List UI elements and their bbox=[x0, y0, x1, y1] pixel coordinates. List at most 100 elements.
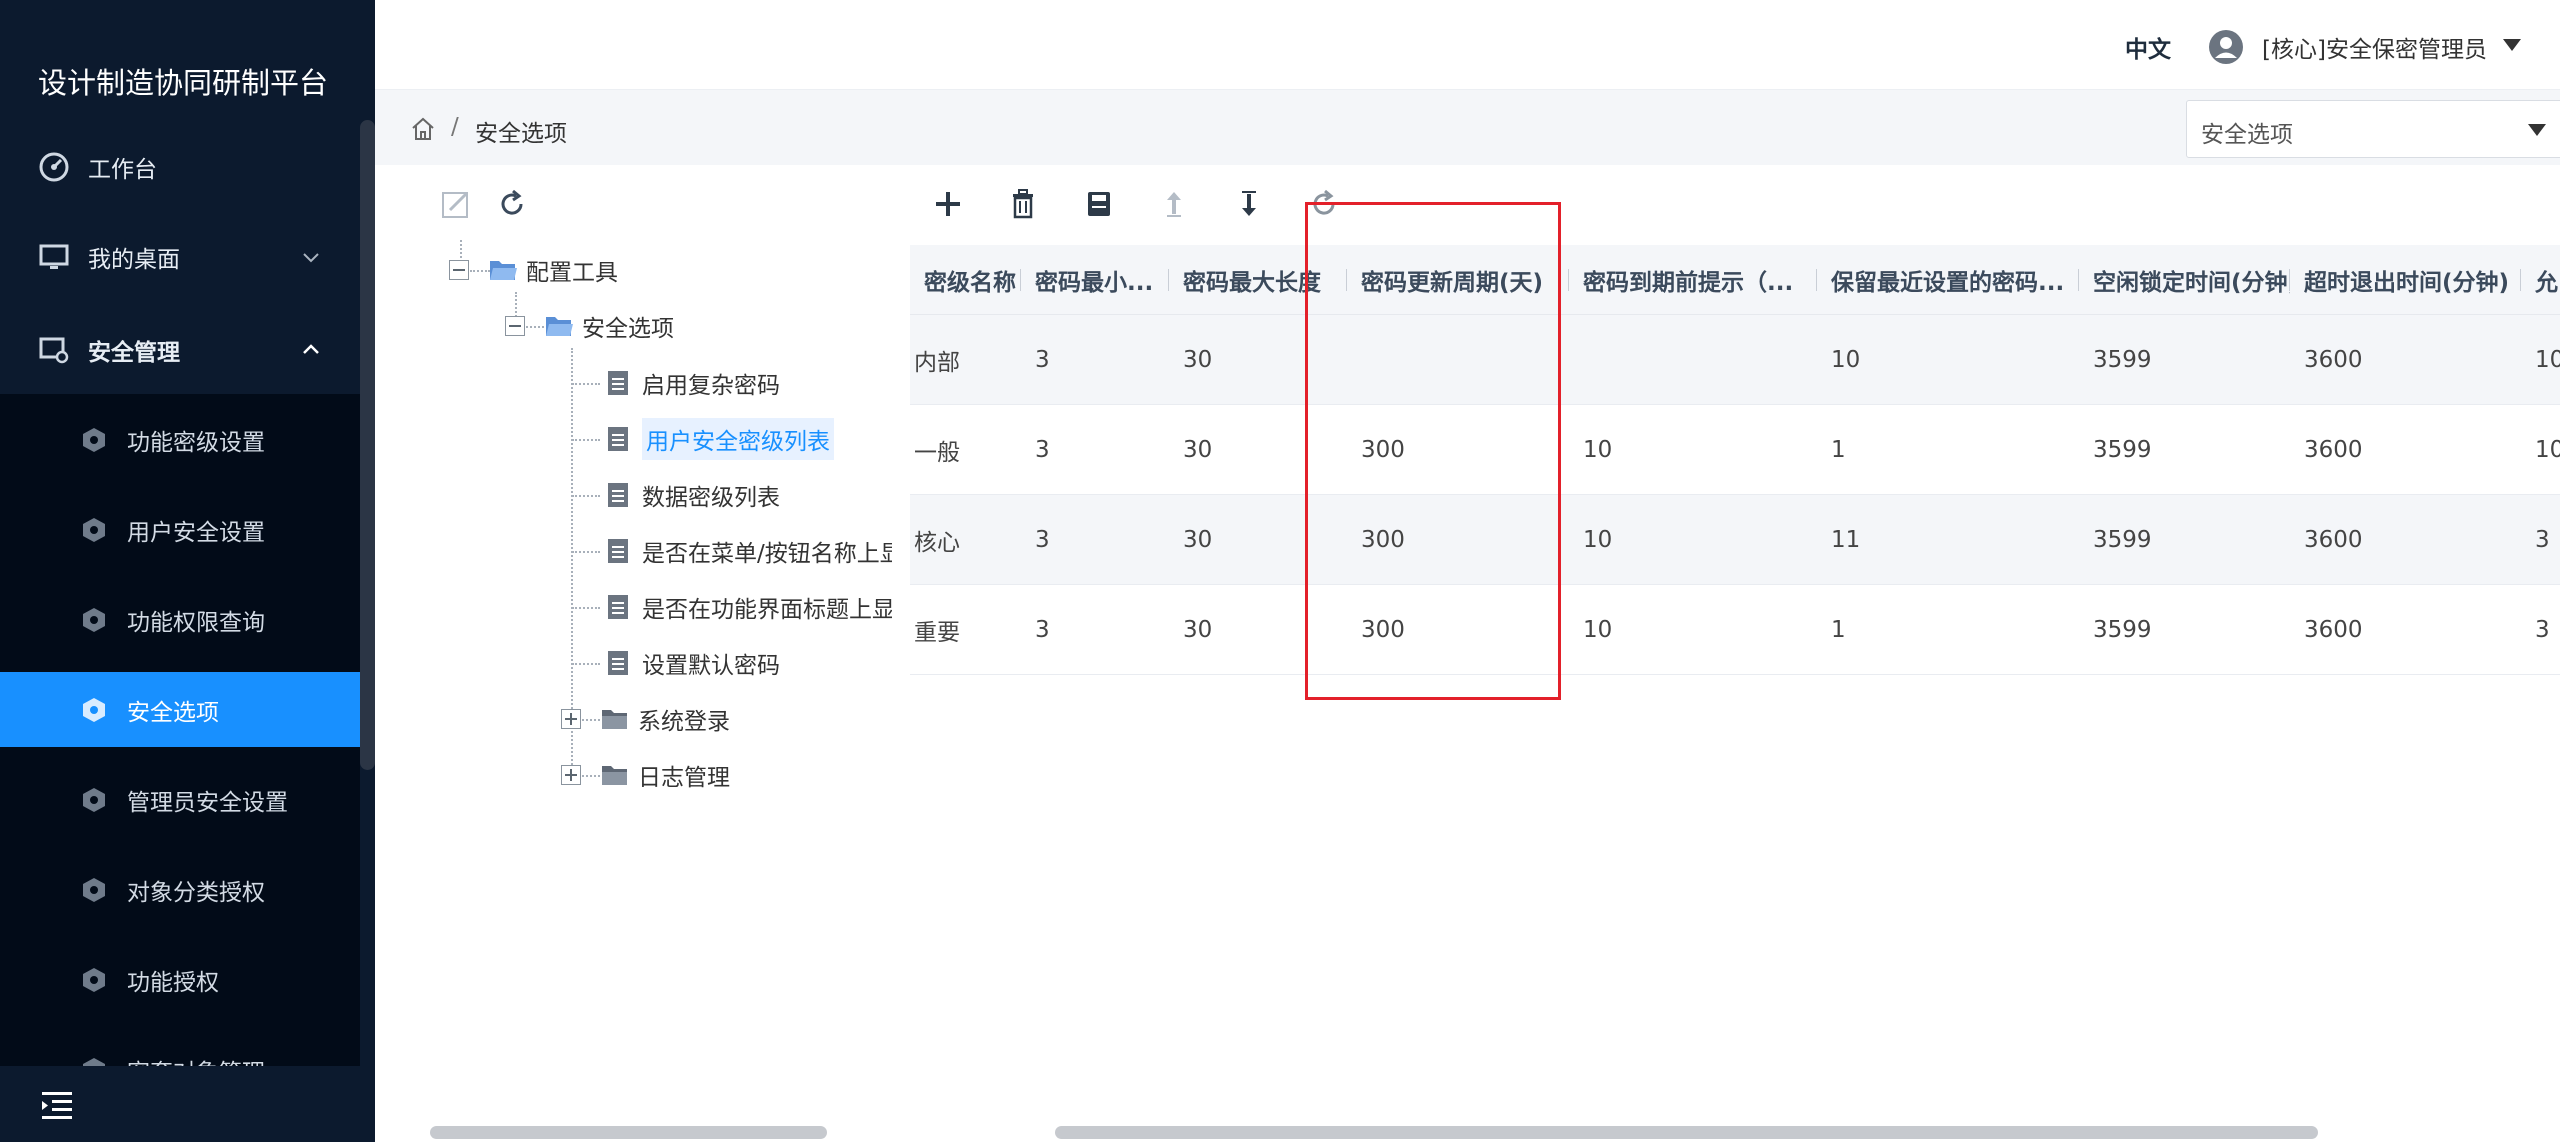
delete-icon[interactable] bbox=[1007, 188, 1039, 220]
document-icon bbox=[608, 651, 628, 675]
tree-node-default-password[interactable]: 设置默认密码 bbox=[604, 643, 780, 683]
tree-node-data-level-list[interactable]: 数据密级列表 bbox=[604, 475, 780, 515]
chevron-down-icon bbox=[303, 253, 319, 263]
table-cell: 1 bbox=[1831, 436, 1846, 463]
table-cell bbox=[1347, 315, 1569, 404]
edit-icon[interactable] bbox=[440, 188, 472, 220]
sidebar-item-permission-query[interactable]: 功能权限查询 bbox=[0, 582, 360, 657]
hexagon-icon bbox=[83, 517, 105, 542]
save-icon[interactable] bbox=[1083, 188, 1115, 220]
table-cell: 10 bbox=[1583, 526, 1613, 553]
move-down-icon[interactable] bbox=[1233, 188, 1265, 220]
table-cell: 10 bbox=[1831, 346, 1861, 373]
tree-connector bbox=[582, 719, 600, 721]
hexagon-icon bbox=[83, 697, 105, 722]
document-icon bbox=[608, 539, 628, 563]
table-cell: 30 bbox=[1183, 526, 1213, 553]
column-header[interactable]: 空闲锁定时间(分钟) bbox=[2079, 245, 2290, 314]
table-row[interactable]: 重要 3 30 300 10 1 3599 3600 3 bbox=[910, 585, 2560, 675]
table-cell: 3 bbox=[1035, 346, 1050, 373]
table-cell: 3 bbox=[1035, 616, 1050, 643]
sidebar-scrollbar[interactable] bbox=[360, 120, 375, 770]
move-up-icon[interactable] bbox=[1158, 188, 1190, 220]
table-cell: 10 bbox=[1583, 436, 1613, 463]
tree-horizontal-scrollbar[interactable] bbox=[430, 1126, 827, 1139]
breadcrumb-current: 安全选项 bbox=[475, 121, 567, 147]
table-cell: 300 bbox=[1361, 436, 1405, 463]
table-row[interactable]: 核心 3 30 300 10 11 3599 3600 3 bbox=[910, 495, 2560, 585]
column-header[interactable]: 超时退出时间(分钟) bbox=[2290, 245, 2521, 314]
refresh-icon[interactable] bbox=[496, 188, 528, 220]
table-cell: 3599 bbox=[2093, 526, 2152, 553]
security-settings-icon bbox=[39, 337, 69, 364]
caret-down-icon bbox=[2528, 124, 2546, 136]
reload-icon[interactable] bbox=[1308, 188, 1340, 220]
table-cell: 3 bbox=[2535, 616, 2550, 643]
table-horizontal-scrollbar[interactable] bbox=[1055, 1126, 2318, 1139]
hexagon-icon bbox=[83, 607, 105, 632]
table-cell: 3600 bbox=[2304, 436, 2363, 463]
column-header[interactable]: 密码更新周期(天) bbox=[1347, 245, 1569, 314]
table-cell: 3599 bbox=[2093, 436, 2152, 463]
table-cell: 10 bbox=[2535, 346, 2560, 373]
column-header[interactable]: 密码到期前提示（... bbox=[1569, 245, 1817, 314]
tree-node-system-login[interactable]: 系统登录 bbox=[600, 699, 730, 739]
hexagon-icon bbox=[83, 427, 105, 452]
tree-panel: 启用复杂密码 用户安全密级列表 数据密级列表 是否在菜单/按钮名称上显示密级 是… bbox=[440, 240, 892, 800]
language-switch[interactable]: 中文 bbox=[2125, 30, 2171, 64]
tree-node-show-level-on-menu[interactable]: 是否在菜单/按钮名称上显示密级 bbox=[604, 531, 892, 571]
caret-down-icon[interactable] bbox=[2502, 38, 2522, 52]
column-header[interactable]: 密码最大长度 bbox=[1169, 245, 1347, 314]
sidebar-item-workbench[interactable]: 工作台 bbox=[0, 128, 360, 206]
sidebar-item-label: 功能密级设置 bbox=[127, 429, 265, 456]
user-name[interactable]: [核心]安全保密管理员 bbox=[2262, 30, 2487, 64]
sidebar-item-label: 功能授权 bbox=[127, 969, 219, 996]
sidebar-item-label: 对象分类授权 bbox=[127, 879, 265, 906]
sidebar-item-function-authorization[interactable]: 功能授权 bbox=[0, 942, 360, 1017]
document-icon bbox=[608, 371, 628, 395]
table-cell: 3600 bbox=[2304, 616, 2363, 643]
table-cell: 3600 bbox=[2304, 526, 2363, 553]
tree-node-log-management[interactable]: 日志管理 bbox=[600, 755, 730, 795]
sidebar-item-function-classification[interactable]: 功能密级设置 bbox=[0, 402, 360, 477]
sidebar-item-security-options[interactable]: 安全选项 bbox=[0, 672, 360, 747]
tree-node-user-security-level-list[interactable]: 用户安全密级列表 bbox=[604, 418, 834, 460]
column-header[interactable]: 密码最小... bbox=[1021, 245, 1169, 314]
page-select[interactable]: 安全选项 bbox=[2186, 100, 2560, 158]
folder-icon bbox=[602, 710, 627, 729]
sidebar-item-label: 工作台 bbox=[88, 157, 157, 183]
sidebar-item-admin-security[interactable]: 管理员安全设置 bbox=[0, 762, 360, 837]
tree-expand-toggle[interactable] bbox=[561, 709, 581, 729]
table-row[interactable]: 一般 3 30 300 10 1 3599 3600 10 bbox=[910, 405, 2560, 495]
user-avatar-icon[interactable] bbox=[2208, 29, 2244, 65]
hexagon-icon bbox=[83, 787, 105, 812]
hexagon-icon bbox=[83, 967, 105, 992]
sidebar-item-object-authorization[interactable]: 对象分类授权 bbox=[0, 852, 360, 927]
tree-connector bbox=[572, 383, 600, 385]
sidebar-item-user-security[interactable]: 用户安全设置 bbox=[0, 492, 360, 567]
tree-connector bbox=[572, 495, 600, 497]
table-cell: 3 bbox=[1035, 436, 1050, 463]
tree-expand-toggle[interactable] bbox=[561, 765, 581, 785]
tree-node-complex-password[interactable]: 启用复杂密码 bbox=[604, 363, 780, 403]
app-title: 设计制造协同研制平台 bbox=[38, 66, 329, 100]
column-header[interactable]: 允 bbox=[2521, 245, 2560, 314]
column-header[interactable]: 密级名称 bbox=[910, 245, 1021, 314]
sidebar-item-label: 安全选项 bbox=[127, 699, 219, 726]
dashboard-icon bbox=[39, 152, 69, 182]
sidebar-item-label: 管理员安全设置 bbox=[127, 789, 288, 816]
sidebar-item-security-management[interactable]: 安全管理 bbox=[0, 311, 360, 389]
tree-connector bbox=[572, 551, 600, 553]
sidebar-item-my-desktop[interactable]: 我的桌面 bbox=[0, 218, 360, 296]
tree-connector bbox=[572, 663, 600, 665]
table-row[interactable]: 内部 3 30 10 3599 3600 10 bbox=[910, 315, 2560, 405]
add-icon[interactable] bbox=[932, 188, 964, 220]
tree-node-show-level-on-title[interactable]: 是否在功能界面标题上显示密级 bbox=[604, 587, 892, 627]
column-header[interactable]: 保留最近设置的密码... bbox=[1817, 245, 2079, 314]
sidebar-item-label: 用户安全设置 bbox=[127, 519, 265, 546]
home-icon[interactable] bbox=[410, 116, 436, 142]
table-cell: 10 bbox=[2535, 436, 2560, 463]
table-cell: 3600 bbox=[2304, 346, 2363, 373]
collapse-menu-icon[interactable] bbox=[40, 1088, 74, 1122]
tree-connector bbox=[582, 775, 600, 777]
